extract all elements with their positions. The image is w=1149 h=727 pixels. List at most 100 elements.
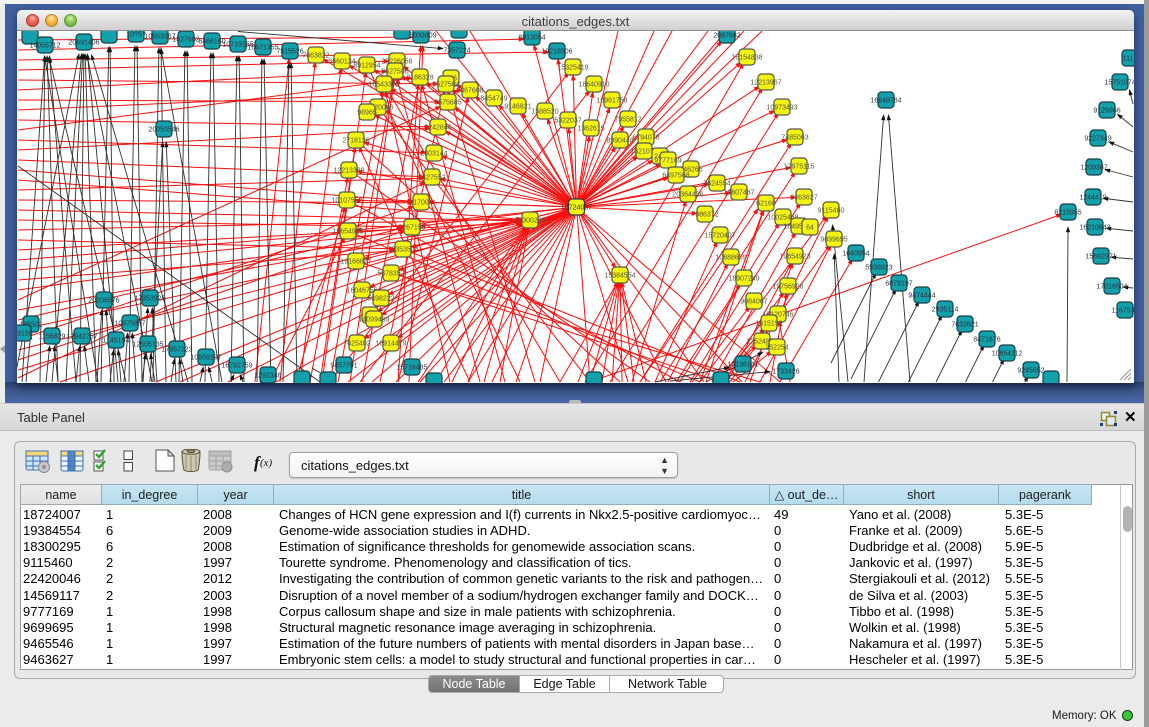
svg-text:6879197: 6879197	[885, 281, 912, 288]
svg-text:5938923: 5938923	[865, 265, 892, 272]
svg-text:2718126: 2718126	[342, 138, 369, 145]
svg-text:9245652: 9245652	[1017, 368, 1044, 375]
svg-text:7515526: 7515526	[276, 49, 303, 56]
svg-text:9699695: 9699695	[820, 237, 847, 244]
svg-text:8660124: 8660124	[328, 59, 355, 66]
svg-text:12975115: 12975115	[784, 164, 815, 171]
svg-text:16914479: 16914479	[375, 341, 406, 348]
svg-text:1167533: 1167533	[1112, 308, 1134, 315]
svg-text:8471676: 8471676	[973, 337, 1000, 344]
svg-text:14055712: 14055712	[29, 43, 60, 50]
svg-text:12213967: 12213967	[750, 80, 781, 87]
svg-text:14136141: 14136141	[727, 362, 758, 369]
svg-text:16961758: 16961758	[596, 98, 627, 105]
svg-text:16154838: 16154838	[731, 55, 762, 62]
svg-text:6497568: 6497568	[662, 173, 689, 180]
svg-text:1292346: 1292346	[254, 373, 281, 380]
svg-text:17016504: 17016504	[1096, 284, 1127, 291]
svg-text:18724007: 18724007	[561, 205, 592, 212]
svg-text:12942757: 12942757	[66, 334, 97, 341]
svg-text:10107552: 10107552	[331, 198, 362, 205]
svg-text:16671355: 16671355	[247, 45, 278, 52]
svg-text:16648784: 16648784	[870, 98, 901, 105]
svg-text:10975887: 10975887	[114, 321, 145, 328]
svg-text:7663822: 7663822	[302, 53, 329, 60]
svg-text:6794078: 6794078	[632, 135, 659, 142]
svg-text:2367608: 2367608	[456, 88, 483, 95]
svg-text:64: 64	[806, 225, 814, 232]
svg-text:9527506: 9527506	[381, 69, 408, 76]
svg-text:7625402: 7625402	[343, 341, 370, 348]
svg-text:5498222: 5498222	[367, 296, 394, 303]
svg-text:9115460: 9115460	[818, 208, 845, 215]
svg-text:10688609: 10688609	[715, 255, 746, 262]
svg-text:17957223: 17957223	[161, 347, 192, 354]
svg-text:5878352: 5878352	[377, 271, 404, 278]
svg-text:8267150: 8267150	[398, 225, 425, 232]
svg-text:98965: 98965	[357, 110, 377, 117]
svg-text:9129966: 9129966	[1093, 108, 1120, 115]
svg-text:7955812: 7955812	[614, 117, 641, 124]
svg-text:18300295: 18300295	[514, 218, 545, 225]
svg-text:3624554: 3624554	[703, 181, 730, 188]
svg-text:9777169: 9777169	[654, 158, 681, 165]
svg-text:15751074: 15751074	[1104, 80, 1134, 87]
svg-text:20206576: 20206576	[88, 298, 119, 305]
svg-text:1362615: 1362615	[577, 126, 604, 133]
svg-text:12353594: 12353594	[387, 247, 418, 254]
svg-text:19654925: 19654925	[332, 229, 363, 236]
svg-text:252254: 252254	[765, 345, 788, 352]
svg-text:3675685: 3675685	[434, 100, 461, 107]
svg-text:15384554: 15384554	[604, 273, 635, 280]
svg-text:10654112: 10654112	[992, 351, 1023, 358]
svg-text:9084067: 9084067	[740, 299, 767, 306]
svg-text:8427552: 8427552	[418, 175, 445, 182]
svg-text:10653267: 10653267	[144, 34, 175, 41]
svg-text:7485063: 7485063	[781, 135, 808, 142]
svg-text:15325419: 15325419	[557, 65, 588, 72]
svg-text:39159: 39159	[17, 331, 33, 338]
svg-text:7632621: 7632621	[951, 322, 978, 329]
svg-text:7357224: 7357224	[443, 48, 470, 55]
svg-text:9146821: 9146821	[504, 104, 531, 111]
svg-text:12505135: 12505135	[132, 342, 163, 349]
svg-text:20053546: 20053546	[148, 127, 179, 134]
svg-text:1156829: 1156829	[39, 334, 66, 341]
svg-text:19166827: 19166827	[340, 259, 371, 266]
svg-text:10807487: 10807487	[723, 190, 754, 197]
svg-text:1527602: 1527602	[172, 37, 199, 44]
svg-text:5322037: 5322037	[554, 118, 581, 125]
svg-text:10973493: 10973493	[766, 105, 797, 112]
svg-text:1588520: 1588520	[531, 109, 558, 116]
svg-text:19756928: 19756928	[772, 284, 803, 291]
svg-text:20364436: 20364436	[672, 192, 703, 199]
svg-text:14099489: 14099489	[358, 317, 389, 324]
svg-text:1733426: 1733426	[772, 369, 799, 376]
svg-text:2803144: 2803144	[420, 151, 447, 158]
svg-text:2935114: 2935114	[932, 307, 959, 314]
svg-text:19654923: 19654923	[779, 254, 810, 261]
svg-text:10?5?: 10?5?	[126, 32, 146, 39]
svg-text:1209387: 1209387	[1080, 165, 1107, 172]
svg-text:12213389: 12213389	[333, 168, 364, 175]
svg-text:18640910: 18640910	[578, 82, 609, 89]
svg-text:9227349: 9227349	[1084, 136, 1111, 143]
svg-text:15716485: 15716485	[396, 365, 427, 372]
svg-text:9457791: 9457791	[330, 363, 357, 370]
svg-text:15692971: 15692971	[1085, 254, 1116, 261]
svg-text:20691406: 20691406	[68, 40, 99, 47]
svg-text:2087682: 2087682	[713, 33, 740, 40]
svg-text:17353926: 17353926	[134, 296, 165, 303]
svg-text:1615192: 1615192	[755, 321, 782, 328]
svg-text:16543382: 16543382	[368, 82, 399, 89]
svg-text:18907249: 18907249	[728, 276, 759, 283]
svg-text:8990448: 8990448	[606, 138, 633, 145]
svg-text:1244419: 1244419	[1079, 195, 1106, 202]
svg-text:8813054: 8813054	[518, 35, 545, 42]
svg-text:8454749: 8454749	[480, 96, 507, 103]
svg-text:417004: 417004	[409, 200, 432, 207]
svg-text:9474444: 9474444	[908, 293, 935, 300]
svg-text:19218506: 19218506	[541, 49, 572, 56]
svg-text:7986372: 7986372	[691, 212, 718, 219]
svg-text:62160: 62160	[756, 201, 776, 208]
